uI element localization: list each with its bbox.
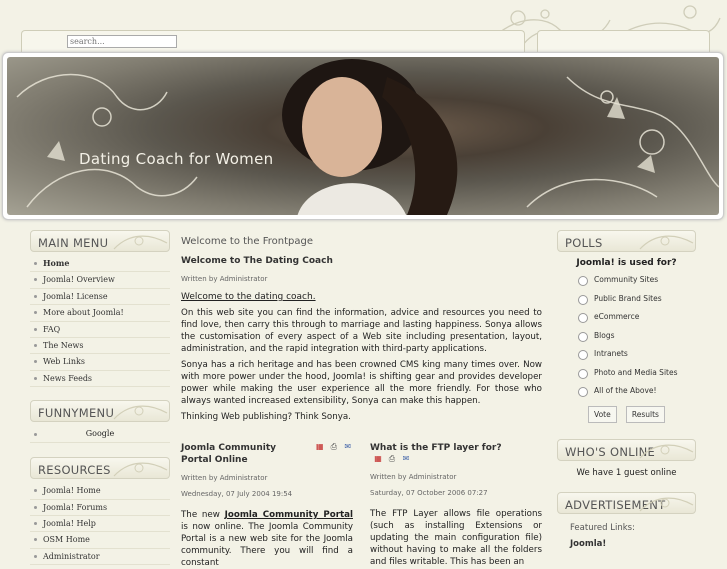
search-input[interactable]	[67, 35, 177, 48]
print-icon[interactable]: ⎙	[387, 454, 397, 464]
top-bar-right	[537, 30, 710, 53]
article-paragraph-2: Sonya has a rich heritage and has been c…	[181, 360, 542, 406]
menu-item-web-links[interactable]: Web Links	[30, 354, 170, 371]
whos-online-text: We have 1 guest online	[576, 467, 677, 478]
polls-header: POLLS	[557, 230, 696, 252]
menu-item-license[interactable]: Joomla! License	[30, 289, 170, 306]
sub-article-date: Saturday, 07 October 2006 07:27	[370, 489, 488, 497]
article-paragraph-3: Thinking Web publishing? Think Sonya.	[181, 412, 351, 422]
email-icon[interactable]: ✉	[401, 454, 411, 464]
main-content: Welcome to the Frontpage Welcome to The …	[181, 236, 542, 568]
ornament-icon	[113, 462, 168, 477]
poll-option-intranets[interactable]: Intranets	[557, 346, 696, 365]
top-bar	[21, 30, 525, 53]
vote-button[interactable]: Vote	[588, 405, 617, 423]
article-paragraph-1: On this web site you can find the inform…	[181, 308, 542, 354]
banner-artwork	[16, 59, 719, 215]
banner: Dating Coach for Women	[7, 57, 719, 215]
ornament-icon	[113, 405, 168, 420]
resources-menu: Joomla! Home Joomla! Forums Joomla! Help…	[30, 483, 170, 566]
poll-option-ecommerce[interactable]: eCommerce	[557, 309, 696, 328]
funny-menu-header: FUNNYMENU	[30, 400, 170, 423]
menu-item-news-feeds[interactable]: News Feeds	[30, 371, 170, 388]
resources-title: RESOURCES	[38, 463, 111, 478]
funny-menu-title: FUNNYMENU	[38, 406, 115, 421]
sub-article-community: Joomla Community Portal Online ▦ ⎙ ✉ Wri…	[181, 442, 353, 569]
sub-article-text: The FTP Layer allows file operations (su…	[370, 509, 542, 567]
sub-article-text: The new	[181, 510, 225, 520]
featured-link-joomla[interactable]: Joomla!	[570, 539, 696, 549]
article-actions: ▦ ⎙ ✉	[373, 454, 411, 464]
ornament-icon	[639, 497, 694, 511]
results-button[interactable]: Results	[625, 405, 665, 423]
article-actions: ▦ ⎙ ✉	[315, 442, 353, 452]
sub-article-title[interactable]: What is the FTP layer for?	[370, 442, 502, 454]
community-portal-link[interactable]: Joomla Community Portal	[225, 510, 353, 520]
resource-administrator[interactable]: Administrator	[30, 549, 170, 566]
sub-article-text: is now online. The Joomla Community Port…	[181, 522, 353, 568]
poll-option-community[interactable]: Community Sites	[557, 272, 696, 291]
menu-item-overview[interactable]: Joomla! Overview	[30, 272, 170, 289]
article-author: Written by Administrator	[181, 275, 268, 283]
poll-buttons: Vote Results	[557, 402, 696, 423]
article-intro-link[interactable]: Welcome to the dating coach.	[181, 291, 542, 303]
left-column: MAIN MENU Home Joomla! Overview Joomla! …	[30, 230, 170, 566]
resource-osm-home[interactable]: OSM Home	[30, 532, 170, 549]
site-title: Dating Coach for Women	[79, 150, 274, 168]
page-title: Welcome to the Frontpage	[181, 236, 313, 247]
article-title[interactable]: Welcome to The Dating Coach	[181, 255, 542, 267]
featured-links-label: Featured Links:	[570, 522, 635, 533]
sub-article-author: Written by Administrator	[370, 473, 457, 481]
pdf-icon[interactable]: ▦	[315, 442, 325, 452]
poll-option-blogs[interactable]: Blogs	[557, 328, 696, 347]
poll-option-all[interactable]: All of the Above!	[557, 383, 696, 402]
ornament-icon	[639, 444, 694, 458]
sub-article-author: Written by Administrator	[181, 474, 268, 482]
email-icon[interactable]: ✉	[343, 442, 353, 452]
right-column: POLLS Joomla! is used for? Community Sit…	[557, 230, 696, 549]
sub-article-title[interactable]: Joomla Community Portal Online	[181, 442, 309, 466]
menu-item-more-about[interactable]: More about Joomla!	[30, 305, 170, 322]
main-menu-header: MAIN MENU	[30, 230, 170, 252]
resource-joomla-home[interactable]: Joomla! Home	[30, 483, 170, 500]
pdf-icon[interactable]: ▦	[373, 454, 383, 464]
main-menu-title: MAIN MENU	[38, 236, 109, 250]
poll-question: Joomla! is used for?	[576, 258, 677, 268]
ornament-icon	[113, 235, 168, 250]
sub-article-ftp: What is the FTP layer for? ▦ ⎙ ✉ Written…	[370, 442, 542, 568]
print-icon[interactable]: ⎙	[329, 442, 339, 452]
sub-article-date: Wednesday, 07 July 2004 19:54	[181, 490, 293, 498]
ornament-icon	[639, 235, 694, 250]
polls-title: POLLS	[565, 236, 603, 250]
resource-joomla-forums[interactable]: Joomla! Forums	[30, 500, 170, 516]
resources-header: RESOURCES	[30, 457, 170, 480]
resource-joomla-help[interactable]: Joomla! Help	[30, 516, 170, 533]
poll-options: Community Sites Public Brand Sites eComm…	[557, 272, 696, 402]
menu-item-faq[interactable]: FAQ	[30, 322, 170, 338]
header: Dating Coach for Women	[2, 52, 724, 220]
poll-option-photo-media[interactable]: Photo and Media Sites	[557, 365, 696, 384]
whos-online-header: WHO'S ONLINE	[557, 438, 696, 461]
menu-item-home[interactable]: Home	[30, 256, 170, 273]
menu-item-news[interactable]: The News	[30, 338, 170, 355]
poll-option-public-brand[interactable]: Public Brand Sites	[557, 291, 696, 310]
main-menu: Home Joomla! Overview Joomla! License Mo…	[30, 256, 170, 388]
funny-menu-item-google[interactable]: Google	[30, 426, 170, 444]
advertisement-header: ADVERTISEMENT	[557, 491, 696, 514]
